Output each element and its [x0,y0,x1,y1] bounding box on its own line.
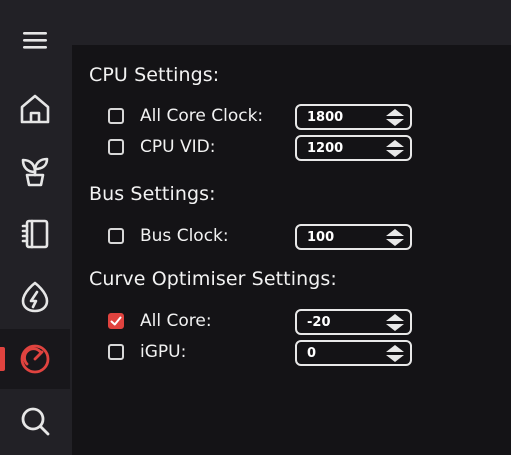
spin-arrows-icon[interactable] [384,313,406,333]
sidebar-item-notebook[interactable] [0,204,70,264]
all-core-spinbox[interactable]: -20 [295,309,412,335]
bus-clock-value[interactable]: 100 [307,230,334,245]
spin-arrows-icon[interactable] [384,228,406,248]
all-core-checkbox[interactable] [108,313,124,329]
igpu-value[interactable]: 0 [307,346,316,361]
menu-icon [23,32,47,49]
cpu-vid-checkbox[interactable] [108,139,124,155]
all-core-value[interactable]: -20 [307,315,331,330]
sidebar-item-plant[interactable] [0,141,70,201]
sidebar-item-search[interactable] [0,391,70,451]
cpu-vid-spinbox[interactable]: 1200 [295,135,412,161]
settings-panel: CPU Settings: All Core Clock: 1800 CPU V… [72,45,511,455]
spin-arrows-icon[interactable] [384,108,406,128]
cpu-vid-label: CPU VID: [140,137,216,157]
all-core-clock-row: All Core Clock: 1800 [108,104,418,130]
menu-button[interactable] [0,10,70,70]
curve-optimiser-heading: Curve Optimiser Settings: [89,268,337,290]
igpu-label: iGPU: [140,342,187,362]
power-icon [21,281,49,313]
sidebar [0,0,72,455]
all-core-clock-spinbox[interactable]: 1800 [295,104,412,130]
cpu-vid-row: CPU VID: 1200 [108,135,418,161]
all-core-label: All Core: [140,311,212,331]
all-core-clock-checkbox[interactable] [108,108,124,124]
title-bar [72,0,511,45]
igpu-spinbox[interactable]: 0 [295,340,412,366]
cpu-settings-heading: CPU Settings: [89,64,220,86]
checkmark-icon [110,316,122,326]
igpu-checkbox[interactable] [108,344,124,360]
all-core-clock-value[interactable]: 1800 [307,110,343,125]
all-core-clock-label: All Core Clock: [140,106,264,126]
spin-arrows-icon[interactable] [384,344,406,364]
notebook-icon [21,219,49,249]
sidebar-item-home[interactable] [0,79,70,139]
sidebar-item-overclock[interactable] [0,329,70,389]
active-indicator [0,347,5,371]
bus-clock-checkbox[interactable] [108,228,124,244]
cpu-vid-value[interactable]: 1200 [307,141,343,156]
igpu-row: iGPU: 0 [108,340,418,366]
search-icon [21,407,50,436]
all-core-row: All Core: -20 [108,309,418,335]
spin-arrows-icon[interactable] [384,139,406,159]
bus-settings-heading: Bus Settings: [89,183,216,205]
bus-clock-row: Bus Clock: 100 [108,224,418,250]
gauge-icon [20,344,50,374]
plant-icon [21,157,49,187]
sidebar-item-power[interactable] [0,267,70,327]
bus-clock-spinbox[interactable]: 100 [295,224,412,250]
home-icon [20,94,50,124]
bus-clock-label: Bus Clock: [140,226,229,246]
